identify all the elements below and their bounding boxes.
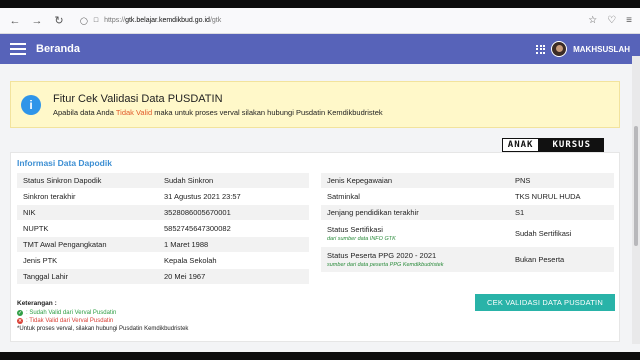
row-label: Tanggal Lahir (23, 272, 69, 281)
user-name[interactable]: MAKHSUSLAH (573, 45, 630, 54)
table-row: NIK 3528086005670001 (17, 205, 309, 221)
main-content: i Fitur Cek Validasi Data PUSDATIN Apabi… (0, 56, 632, 344)
row-value: 31 Agustus 2021 23:57 (164, 192, 241, 201)
forward-icon[interactable]: → (30, 14, 44, 28)
table-row: Jenis Kepegawaian PNS (321, 173, 614, 189)
url-text: https://gtk.belajar.kemdikbud.go.id/gtk (104, 17, 221, 24)
card-title: Informasi Data Dapodik (17, 158, 112, 168)
screen-frame: ← → ↻ ◯ □ https://gtk.belajar.kemdikbud.… (0, 0, 640, 360)
row-label: Status Sertifikasi (327, 225, 383, 234)
row-label: Jenjang pendidikan terakhir (327, 208, 419, 217)
url-prefix: https:// (104, 17, 126, 24)
alert-text-warn: Tidak Valid (115, 107, 153, 117)
row-value: 1 Maret 1988 (164, 240, 209, 249)
table-row: Jenjang pendidikan terakhir S1 (321, 205, 614, 221)
pocket-icon[interactable]: ♡ (607, 15, 616, 26)
legend-title: Keterangan : (17, 300, 57, 307)
alert-text-after: maka untuk proses verval silakan hubungi… (152, 107, 383, 117)
row-label: TMT Awal Pengangkatan (23, 240, 107, 249)
row-note: sumber dari data peserta PPG Kemdikbudri… (327, 262, 444, 268)
check-circle-icon: ✓ (17, 310, 23, 316)
row-label: Jenis PTK (23, 256, 58, 265)
row-label-block: Status Peserta PPG 2020 - 2021 sumber dar… (321, 251, 515, 268)
dapodik-table-left: Status Sinkron Dapodik Sudah Sinkron Sink… (17, 173, 309, 285)
legend-invalid-text: : Tidak Valid dari Verval Pusdatin (26, 318, 114, 324)
row-value: Kepala Sekolah (164, 256, 217, 265)
row-value: PNS (515, 176, 531, 185)
row-value: Sudah Sertifikasi (515, 229, 572, 238)
alert-text-before: Apabila data Anda (53, 107, 116, 117)
reload-icon[interactable]: ↻ (52, 14, 66, 28)
scroll-thumb[interactable] (634, 126, 638, 246)
apps-grid-icon[interactable] (536, 44, 546, 54)
info-icon: i (21, 94, 41, 115)
x-circle-icon: ✕ (17, 318, 23, 324)
row-label: Status Sinkron Dapodik (23, 176, 102, 185)
page-title: Beranda (36, 43, 81, 55)
row-label: Sinkron terakhir (23, 192, 76, 201)
menu-icon[interactable]: ≡ (626, 15, 632, 26)
logo-part-a: ANAK (501, 138, 540, 152)
watermark-logo: ANAK KURSUS (501, 138, 604, 152)
page-scrollbar[interactable] (632, 56, 640, 344)
lock-icon: □ (93, 17, 99, 24)
legend-item-valid: ✓: Sudah Valid dari Verval Pusdatin (17, 310, 188, 316)
table-row: Sinkron terakhir 31 Agustus 2021 23:57 (17, 189, 309, 205)
legend-valid-text: : Sudah Valid dari Verval Pusdatin (26, 310, 117, 316)
table-row: Status Peserta PPG 2020 - 2021 sumber dar… (321, 247, 614, 273)
row-label: Status Peserta PPG 2020 - 2021 (327, 251, 437, 260)
row-value: 20 Mei 1967 (164, 272, 206, 281)
table-row: TMT Awal Pengangkatan 1 Maret 1988 (17, 237, 309, 253)
dapodik-table-right: Jenis Kepegawaian PNS Satminkal TKS NURUL … (321, 173, 614, 273)
legend-note: *Untuk proses verval, silakan hubungi Pu… (17, 326, 189, 332)
table-row: Tanggal Lahir 20 Mei 1967 (17, 269, 309, 285)
url-host: gtk.belajar.kemdikbud.go.id (125, 17, 210, 24)
table-row: Satminkal TKS NURUL HUDA (321, 189, 614, 205)
row-label: Satminkal (327, 192, 360, 201)
dapodik-info-card: Informasi Data Dapodik Status Sinkron Da… (10, 152, 620, 342)
row-note: dari sumber data INFO GTK (327, 236, 396, 242)
table-row: Jenis PTK Kepala Sekolah (17, 253, 309, 269)
cek-validasi-button[interactable]: CEK VALIDASI DATA PUSDATIN (475, 294, 615, 311)
url-path: /gtk (209, 17, 222, 24)
alert-text: Apabila data Anda Tidak Valid maka untuk… (53, 108, 383, 117)
address-bar[interactable]: ◯ □ https://gtk.belajar.kemdikbud.go.id/… (74, 12, 580, 30)
legend-item-invalid: ✕: Tidak Valid dari Verval Pusdatin (17, 318, 188, 324)
row-value: S1 (515, 208, 525, 217)
row-label: Jenis Kepegawaian (327, 176, 393, 185)
logo-part-b: KURSUS (539, 138, 604, 152)
shield-icon: ◯ (80, 17, 88, 25)
table-row: Status Sinkron Dapodik Sudah Sinkron (17, 173, 309, 189)
validation-alert: i Fitur Cek Validasi Data PUSDATIN Apabi… (10, 81, 620, 128)
row-value: 5852745647300082 (164, 224, 231, 233)
row-value: Bukan Peserta (515, 255, 565, 264)
row-value: TKS NURUL HUDA (515, 192, 581, 201)
row-label: NUPTK (23, 224, 49, 233)
row-value: Sudah Sinkron (164, 176, 214, 185)
bookmark-star-icon[interactable]: ☆ (588, 15, 597, 26)
hamburger-menu-icon[interactable] (10, 43, 26, 55)
avatar[interactable] (551, 41, 568, 57)
back-icon[interactable]: ← (8, 14, 22, 28)
row-label-block: Status Sertifikasi dari sumber data INFO … (321, 225, 515, 242)
row-label: NIK (23, 208, 36, 217)
legend: Keterangan : ✓: Sudah Valid dari Verval … (17, 300, 188, 332)
table-row: NUPTK 5852745647300082 (17, 221, 309, 237)
table-row: Status Sertifikasi dari sumber data INFO … (321, 221, 614, 247)
alert-title: Fitur Cek Validasi Data PUSDATIN (53, 92, 223, 105)
row-value: 3528086005670001 (164, 208, 231, 217)
browser-toolbar: ← → ↻ ◯ □ https://gtk.belajar.kemdikbud.… (0, 8, 640, 34)
